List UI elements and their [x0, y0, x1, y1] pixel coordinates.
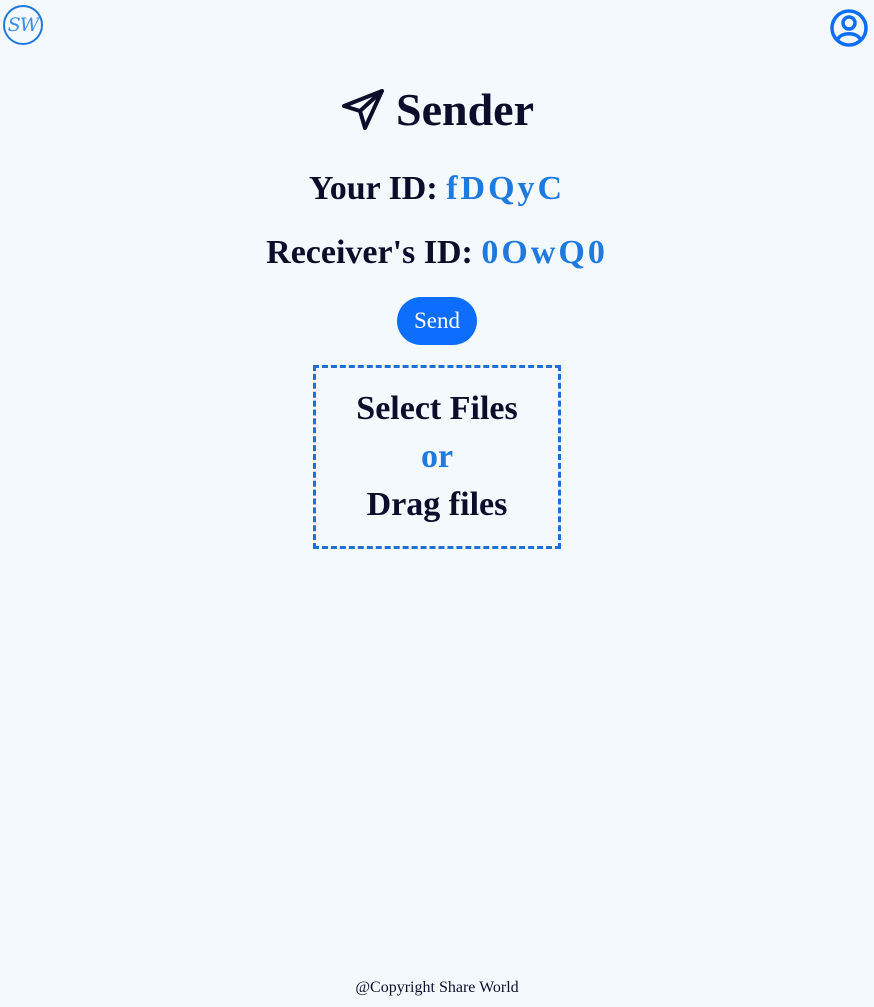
footer-copyright: @Copyright Share World	[355, 979, 519, 996]
profile-button[interactable]	[829, 8, 869, 48]
receiver-id-label: Receiver's ID:	[266, 234, 473, 271]
receiver-id-line: Receiver's ID: 0OwQ0	[0, 234, 874, 272]
title-text: Sender	[396, 84, 534, 135]
your-id-label: Your ID:	[308, 170, 438, 207]
paper-plane-icon	[340, 87, 386, 133]
your-id-value: fDQyC	[446, 170, 566, 207]
file-dropzone[interactable]: Select Files or Drag files	[313, 365, 561, 549]
user-circle-icon	[830, 9, 868, 47]
receiver-id-value: 0OwQ0	[481, 234, 608, 271]
drag-files-label: Drag files	[366, 486, 508, 523]
app-logo[interactable]: SW	[3, 5, 43, 45]
your-id-line: Your ID: fDQyC	[0, 170, 874, 208]
page-title: Sender	[0, 83, 874, 136]
send-button[interactable]: Send	[397, 297, 477, 345]
or-label: or	[420, 438, 454, 475]
select-files-label[interactable]: Select Files	[356, 385, 517, 433]
